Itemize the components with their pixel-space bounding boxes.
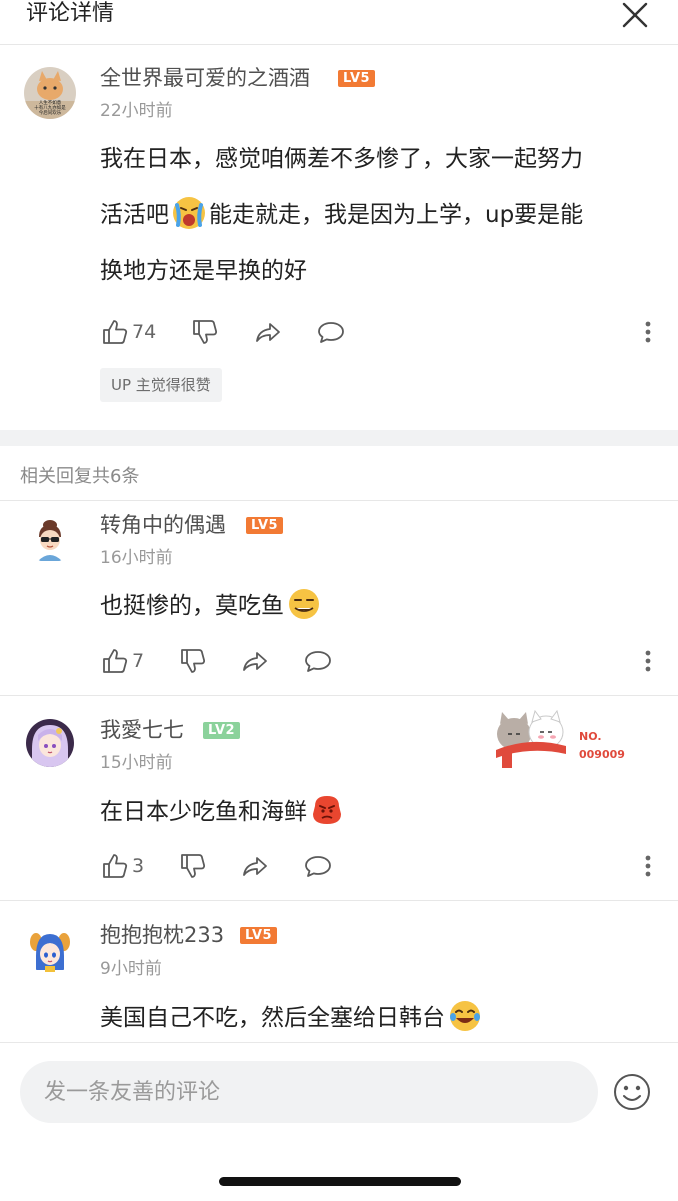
share-button[interactable] xyxy=(240,850,270,882)
sticker-text-1: NO. xyxy=(579,730,602,743)
divider xyxy=(0,695,678,696)
more-vertical-icon[interactable] xyxy=(643,647,653,675)
thumb-up-icon xyxy=(103,320,128,344)
level-badge: LV5 xyxy=(240,927,278,944)
comment-line-1: 我在日本，感觉咱俩差不多惨了，大家一起努力 xyxy=(100,146,583,172)
divider xyxy=(0,900,678,901)
reply-text: 也挺惨的，莫吃鱼 xyxy=(100,593,284,619)
replies-count-label: 相关回复共6条 xyxy=(20,466,140,487)
share-button[interactable] xyxy=(253,316,283,348)
close-icon xyxy=(622,2,648,28)
comment-icon xyxy=(305,651,331,672)
like-count: 3 xyxy=(132,855,145,877)
dislike-button[interactable] xyxy=(178,645,208,677)
like-button[interactable]: 7 xyxy=(100,645,144,677)
avatar[interactable] xyxy=(26,515,74,563)
share-icon xyxy=(256,323,280,342)
comment-actions: 7 xyxy=(100,645,660,677)
crying-emoji-icon xyxy=(173,196,205,229)
avatar[interactable]: 人生不如意 十有八九亦如是 今后同欢乐 xyxy=(24,67,76,119)
more-vertical-icon[interactable] xyxy=(643,852,653,880)
avatar[interactable] xyxy=(26,926,74,974)
thumb-down-icon xyxy=(181,649,206,673)
emoji-icon xyxy=(614,1074,650,1110)
comment-text: 我在日本，感觉咱俩差不多惨了，大家一起努力 活活吧 能走就走，我是因为上学，up… xyxy=(100,131,583,299)
level-badge: LV5 xyxy=(246,517,284,534)
reply-button[interactable] xyxy=(303,645,333,677)
username[interactable]: 抱抱抱枕233 xyxy=(100,921,224,949)
divider xyxy=(0,500,678,501)
avatar-text-2: 十有八九亦如是 xyxy=(34,104,66,111)
comment-actions: 3 xyxy=(100,850,660,882)
like-count: 7 xyxy=(132,650,145,672)
timestamp: 22小时前 xyxy=(100,101,173,121)
share-icon xyxy=(243,857,267,876)
comment-text: 也挺惨的，莫吃鱼 xyxy=(100,578,324,634)
thumb-down-icon xyxy=(193,320,218,344)
username[interactable]: 转角中的偶遇 xyxy=(100,511,226,539)
comment-icon xyxy=(305,856,331,877)
share-icon xyxy=(243,652,267,671)
timestamp: 9小时前 xyxy=(100,959,162,979)
dislike-button[interactable] xyxy=(178,850,208,882)
dislike-button[interactable] xyxy=(190,316,220,348)
header: 评论详情 xyxy=(0,0,678,45)
laughing-tears-emoji-icon xyxy=(450,1000,480,1031)
comment-icon xyxy=(318,322,344,343)
like-button[interactable]: 3 xyxy=(100,850,144,882)
comment-line-2a: 活活吧 xyxy=(100,202,169,228)
more-vertical-icon[interactable] xyxy=(643,318,653,346)
comment-text: 在日本少吃鱼和海鲜 xyxy=(100,784,347,840)
comment-text: 美国自己不吃，然后全塞给日韩台 xyxy=(100,990,485,1046)
reply-button[interactable] xyxy=(316,316,346,348)
home-indicator xyxy=(219,1177,461,1186)
avatar-text-1: 人生不如意 xyxy=(39,99,62,106)
reply-text: 美国自己不吃，然后全塞给日韩台 xyxy=(100,1005,445,1031)
comment-line-2: 活活吧 能走就走，我是因为上学，up要是能 xyxy=(100,187,583,243)
section-separator xyxy=(0,430,678,446)
angry-emoji-icon xyxy=(313,795,341,824)
thumb-up-icon xyxy=(103,854,128,878)
username[interactable]: 我愛七七 xyxy=(100,716,184,744)
comment-input-bar xyxy=(0,1042,678,1201)
up-liked-badge: UP 主觉得很赞 xyxy=(100,368,222,402)
grimace-emoji-icon xyxy=(289,588,319,619)
sticker-text-2: 009009 xyxy=(579,748,625,761)
level-badge: LV5 xyxy=(338,70,376,87)
like-count: 74 xyxy=(132,321,157,343)
like-button[interactable]: 74 xyxy=(100,316,156,348)
emoji-button[interactable] xyxy=(612,1072,652,1112)
comment-input-container xyxy=(20,1061,598,1123)
avatar-text-3: 今后同欢乐 xyxy=(39,109,62,116)
reply-button[interactable] xyxy=(303,850,333,882)
avatar[interactable] xyxy=(26,719,74,767)
thumb-up-icon xyxy=(103,649,128,673)
comment-input[interactable] xyxy=(20,1061,584,1123)
thumb-down-icon xyxy=(181,854,206,878)
timestamp: 15小时前 xyxy=(100,753,173,773)
username[interactable]: 全世界最可爱的之酒酒 xyxy=(100,64,310,92)
share-button[interactable] xyxy=(240,645,270,677)
comment-actions: 74 xyxy=(100,316,660,348)
timestamp: 16小时前 xyxy=(100,548,173,568)
decorative-sticker: NO. 009009 xyxy=(494,706,644,770)
reply-text: 在日本少吃鱼和海鲜 xyxy=(100,799,307,825)
level-badge: LV2 xyxy=(203,722,241,739)
comment-line-2b: 能走就走，我是因为上学，up要是能 xyxy=(209,202,584,228)
close-button[interactable] xyxy=(620,2,650,30)
comment-line-3: 换地方还是早换的好 xyxy=(100,258,307,284)
page-title: 评论详情 xyxy=(26,1,115,26)
